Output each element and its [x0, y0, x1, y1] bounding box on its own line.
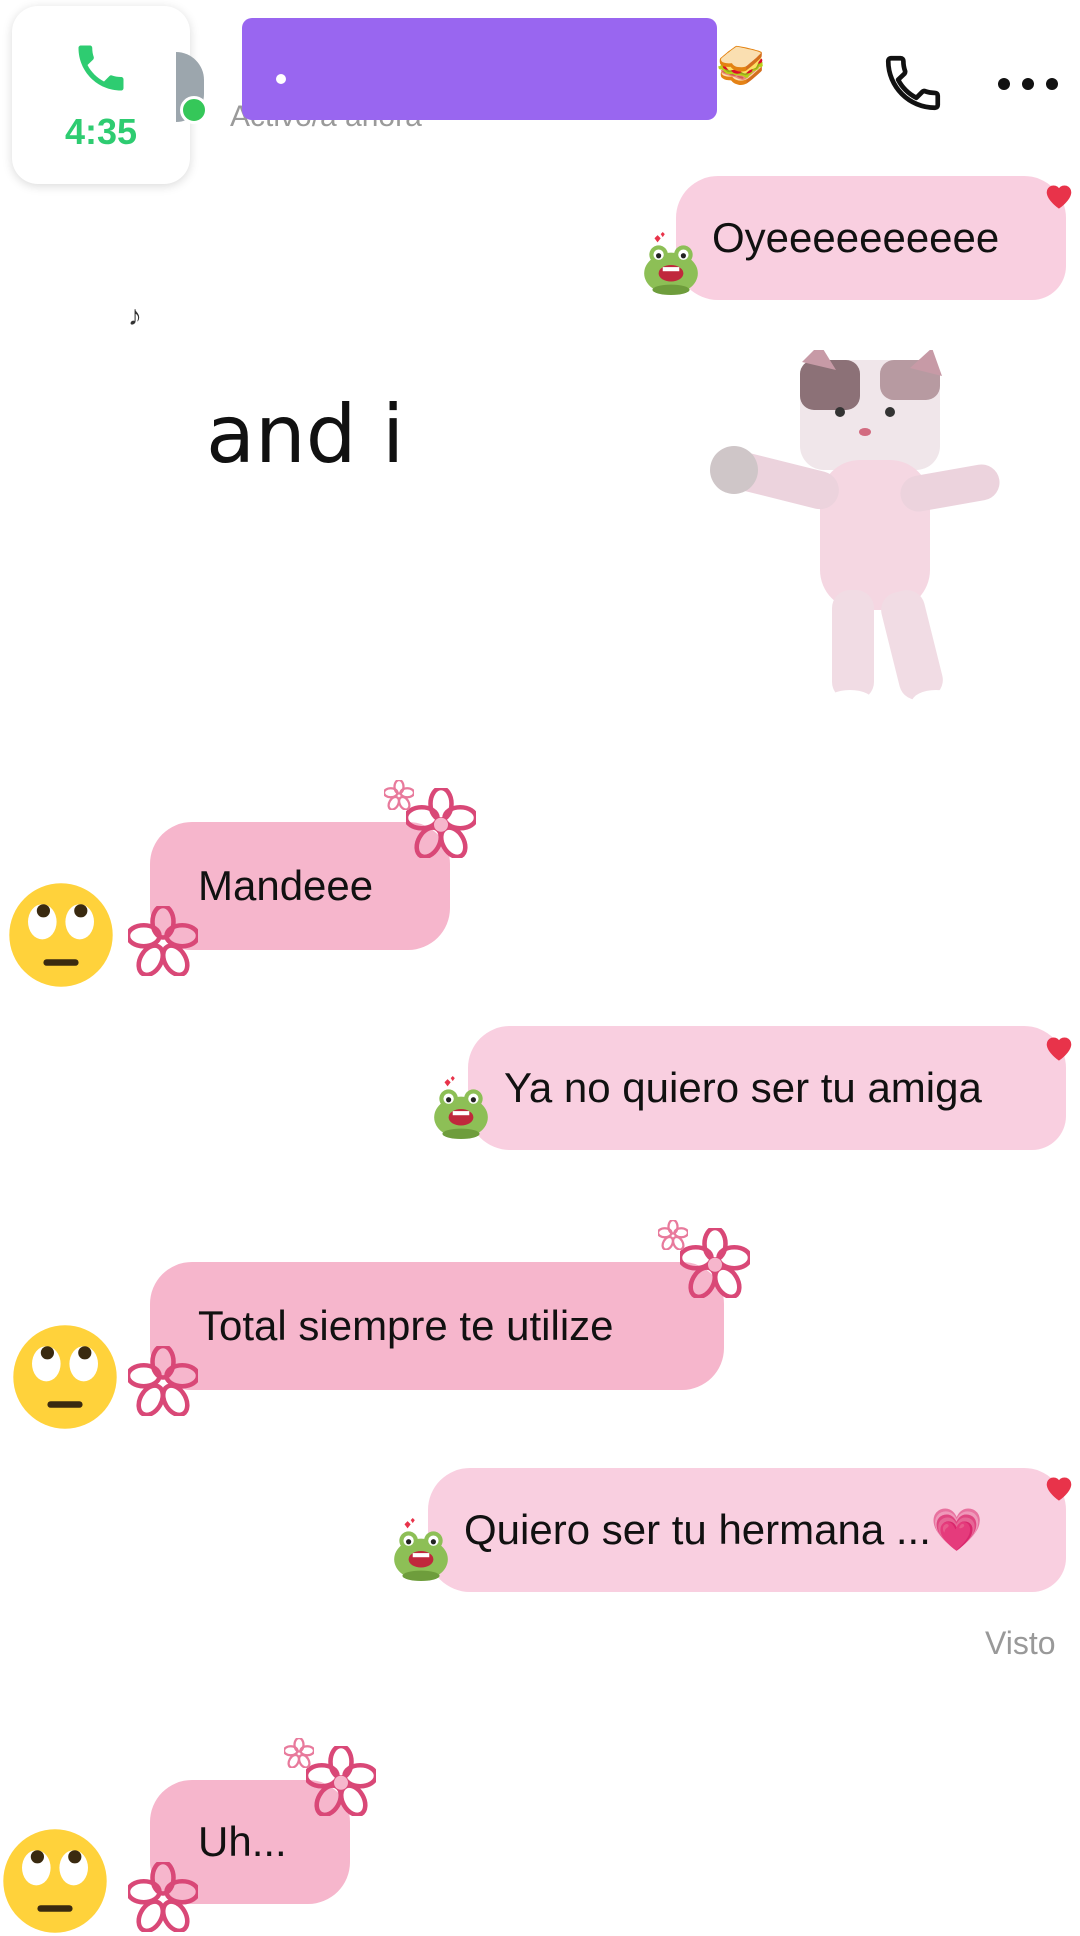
- flower-decoration-icon: [406, 788, 476, 858]
- rolling-eyes-emoji-avatar[interactable]: [6, 880, 116, 990]
- online-indicator: [180, 96, 208, 124]
- sticker-caption: and i: [206, 388, 405, 481]
- dot: [1046, 78, 1058, 90]
- sent-message-bubble[interactable]: Ya no quiero ser tu amiga: [468, 1026, 1066, 1150]
- frog-sticker-icon: [394, 1518, 448, 1581]
- message-text: Uh...: [198, 1818, 287, 1865]
- redaction-dot: [276, 74, 286, 84]
- flower-decoration-icon: [384, 780, 414, 810]
- flower-decoration-icon: [680, 1228, 750, 1298]
- flower-decoration-icon: [284, 1738, 314, 1768]
- tiktok-icon: ♪: [128, 300, 142, 331]
- flower-decoration-icon: [658, 1220, 688, 1250]
- dot: [998, 78, 1010, 90]
- received-message-bubble[interactable]: Total siempre te utilize: [150, 1262, 724, 1390]
- flower-decoration-icon: [128, 906, 198, 976]
- frog-sticker-icon: [644, 232, 698, 295]
- voice-call-button[interactable]: [880, 50, 946, 116]
- heart-reaction-icon: [1046, 1477, 1072, 1501]
- rolling-eyes-emoji-avatar[interactable]: [10, 1322, 120, 1432]
- sent-message-bubble[interactable]: Oyeeeeeeeeee: [676, 176, 1066, 300]
- message-text: Quiero ser tu hermana ...💗: [464, 1505, 984, 1553]
- frog-sticker-icon: [434, 1076, 488, 1139]
- phone-icon: [71, 38, 131, 103]
- heart-reaction-icon: [1046, 185, 1072, 209]
- seen-indicator: Visto: [985, 1625, 1056, 1661]
- contact-name-redaction[interactable]: [242, 18, 717, 120]
- sent-message-bubble[interactable]: Quiero ser tu hermana ...💗: [428, 1468, 1066, 1592]
- heart-reaction-icon: [1046, 1037, 1072, 1061]
- dot: [1022, 78, 1034, 90]
- phone-outline-icon: [885, 55, 941, 111]
- ongoing-call-pill[interactable]: 4:35: [12, 6, 190, 184]
- dancing-cat-sticker[interactable]: [710, 350, 1020, 720]
- message-text: Ya no quiero ser tu amiga: [504, 1064, 982, 1111]
- flower-decoration-icon: [128, 1346, 198, 1416]
- message-text: Oyeeeeeeeeee: [712, 214, 1000, 261]
- contact-name-emoji: 🥪: [716, 44, 766, 88]
- flower-decoration-icon: [306, 1746, 376, 1816]
- message-text: Total siempre te utilize: [198, 1302, 614, 1349]
- call-timer: 4:35: [64, 110, 138, 152]
- more-options-button[interactable]: [998, 64, 1058, 104]
- message-text: Mandeee: [198, 862, 374, 909]
- flower-decoration-icon: [128, 1862, 198, 1932]
